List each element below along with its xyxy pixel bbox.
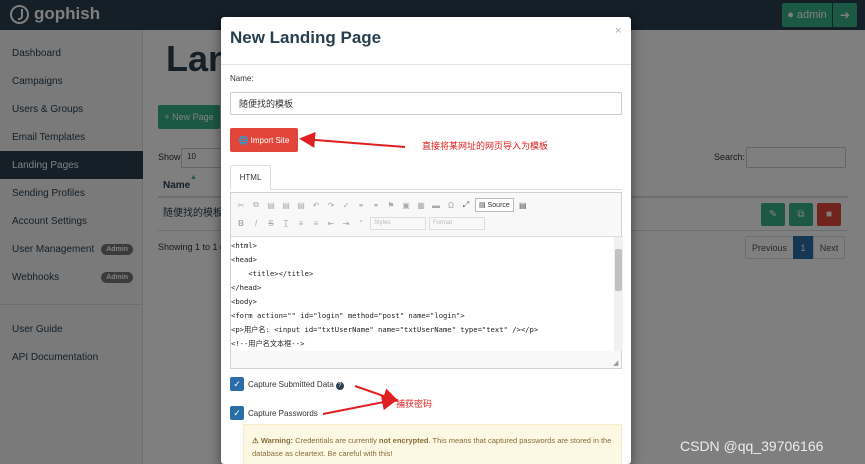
warning-title: Warning: xyxy=(260,436,294,445)
resize-handle-icon[interactable]: ◢ xyxy=(613,359,618,367)
numbered-list-icon[interactable]: ≡ xyxy=(295,217,307,229)
paste-word-icon[interactable]: ▤ xyxy=(295,199,307,211)
format-placeholder: Format xyxy=(433,220,453,226)
capture-annotation: 捕获密码 xyxy=(396,399,433,409)
scrollbar-thumb[interactable] xyxy=(615,249,622,291)
tab-divider xyxy=(230,189,622,190)
special-char-icon[interactable]: Ω xyxy=(445,199,457,211)
paste-icon[interactable]: ▤ xyxy=(265,199,277,211)
code-line: <html> xyxy=(231,241,257,250)
bold-icon[interactable]: B xyxy=(235,217,247,229)
undo-icon[interactable]: ↶ xyxy=(310,199,322,211)
warning-alert: ⚠ Warning: Credentials are currently not… xyxy=(243,424,622,464)
styles-placeholder: Styles xyxy=(374,220,391,226)
watermark: CSDN @qq_39706166 xyxy=(680,438,824,454)
indent-icon[interactable]: ⇥ xyxy=(340,217,352,229)
remove-format-icon[interactable]: T̲ xyxy=(280,217,292,229)
capture-submitted-label: Capture Submitted Data? xyxy=(248,380,344,390)
capture-passwords-label: Capture Passwords xyxy=(248,409,318,418)
code-line: <form action="" id="login" method="post"… xyxy=(231,311,465,320)
cut-icon[interactable]: ✂ xyxy=(235,199,247,211)
code-line: <!--用户名文本框--> xyxy=(231,339,305,348)
name-label: Name: xyxy=(230,74,254,83)
source-code-area[interactable]: <html> <head> <title></title> </head> <b… xyxy=(231,236,614,351)
capture-submitted-text: Capture Submitted Data xyxy=(248,380,334,389)
styles-dropdown[interactable]: Styles xyxy=(370,216,426,230)
modal-title: New Landing Page xyxy=(230,28,382,47)
modal-header-divider xyxy=(221,64,631,65)
bulleted-list-icon[interactable]: ≡ xyxy=(310,217,322,229)
code-line: <p>用户名: <input id="txtUserName" name="tx… xyxy=(231,325,539,334)
spellcheck-icon[interactable]: ✓ xyxy=(340,199,352,211)
horizontal-line-icon[interactable]: ▬ xyxy=(430,199,442,211)
capture-submitted-checkbox[interactable]: ✓ xyxy=(230,377,244,391)
preview-icon[interactable]: ▤ xyxy=(517,199,529,211)
table-icon[interactable]: ▦ xyxy=(415,199,427,211)
import-site-label: Import Site xyxy=(250,135,290,145)
italic-icon[interactable]: I xyxy=(250,217,262,229)
strike-icon[interactable]: S xyxy=(265,217,277,229)
code-line: <head> xyxy=(231,255,257,264)
image-icon[interactable]: ▣ xyxy=(400,199,412,211)
name-input[interactable]: 随便找的模板 xyxy=(230,92,622,115)
tab-html[interactable]: HTML xyxy=(230,165,271,190)
code-line: <title></title> xyxy=(231,269,314,278)
anchor-icon[interactable]: ⚑ xyxy=(385,199,397,211)
redo-icon[interactable]: ↷ xyxy=(325,199,337,211)
editor-toolbar-row-1: ✂ ⧉ ▤ ▤ ▤ ↶ ↷ ✓ ⚭ ⚭ ⚑ ▣ ▦ ▬ Ω ⤢ ▤ Source… xyxy=(235,197,529,213)
warning-text: Credentials are currently xyxy=(293,436,379,445)
globe-icon: 🌐 xyxy=(238,135,249,145)
import-site-button[interactable]: 🌐 Import Site xyxy=(230,128,298,152)
code-scrollbar[interactable] xyxy=(614,236,623,351)
copy-icon[interactable]: ⧉ xyxy=(250,199,262,211)
question-circle-icon[interactable]: ? xyxy=(335,382,344,390)
source-icon: ▤ xyxy=(479,202,486,209)
outdent-icon[interactable]: ⇤ xyxy=(325,217,337,229)
unlink-icon[interactable]: ⚭ xyxy=(370,199,382,211)
close-icon[interactable]: × xyxy=(615,25,621,37)
code-line: <body> xyxy=(231,297,257,306)
code-line: </head> xyxy=(231,283,262,292)
blockquote-icon[interactable]: “ xyxy=(355,217,367,229)
paste-text-icon[interactable]: ▤ xyxy=(280,199,292,211)
source-button[interactable]: ▤ Source xyxy=(475,198,514,212)
capture-passwords-checkbox[interactable]: ✓ xyxy=(230,406,244,420)
link-icon[interactable]: ⚭ xyxy=(355,199,367,211)
warning-bold-text: not encrypted xyxy=(378,436,429,445)
warning-icon: ⚠ xyxy=(252,436,259,445)
maximize-icon[interactable]: ⤢ xyxy=(460,199,472,211)
import-annotation: 直接将某网址的网页导入为模板 xyxy=(422,141,549,151)
editor-toolbar-row-2: B I S T̲ ≡ ≡ ⇤ ⇥ “ Styles Format xyxy=(235,215,485,231)
html-editor: ✂ ⧉ ▤ ▤ ▤ ↶ ↷ ✓ ⚭ ⚭ ⚑ ▣ ▦ ▬ Ω ⤢ ▤ Source… xyxy=(230,192,623,369)
source-label: Source xyxy=(487,201,510,209)
format-dropdown[interactable]: Format xyxy=(429,216,485,230)
